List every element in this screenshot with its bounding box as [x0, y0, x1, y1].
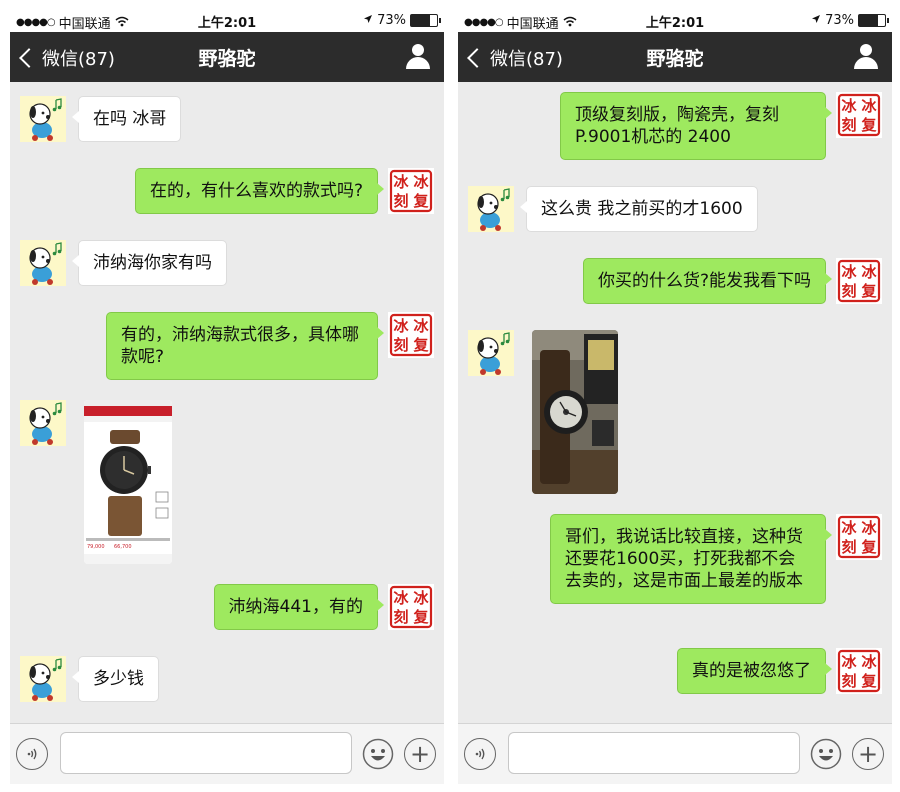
svg-text:冰: 冰 [413, 317, 429, 335]
emoji-button[interactable] [810, 738, 842, 770]
emoji-button[interactable] [362, 738, 394, 770]
svg-text:冰: 冰 [413, 173, 429, 191]
price-tag: 79,000 [87, 544, 105, 550]
battery-icon [858, 14, 889, 27]
svg-text:复: 复 [412, 608, 429, 626]
my-avatar[interactable]: 冰冰复刻 [836, 258, 882, 304]
svg-text:复: 复 [860, 116, 877, 134]
battery-percent: 73% [377, 13, 406, 28]
svg-text:冰: 冰 [861, 519, 877, 537]
svg-text:复: 复 [860, 672, 877, 690]
contact-avatar[interactable] [20, 240, 66, 286]
emoji-icon [362, 738, 394, 770]
svg-text:冰: 冰 [861, 97, 877, 115]
svg-text:刻: 刻 [393, 192, 408, 210]
svg-text:复: 复 [860, 282, 877, 300]
emoji-icon [810, 738, 842, 770]
contact-avatar[interactable] [468, 330, 514, 376]
my-avatar[interactable]: 冰冰复刻 [388, 312, 434, 358]
status-bar: ●●●●○ 中国联通 上午2:01 73% [458, 8, 892, 32]
nav-bar: 微信(87) 野骆驼 [10, 32, 444, 82]
voice-button[interactable] [16, 738, 48, 770]
outgoing-bubble[interactable]: 在的，有什么喜欢的款式吗? [134, 168, 385, 214]
contact-avatar[interactable] [20, 656, 66, 702]
svg-text:刻: 刻 [393, 608, 408, 626]
nav-bar: 微信(87) 野骆驼 [458, 32, 892, 82]
message-input[interactable] [60, 732, 352, 774]
more-button[interactable]: + [404, 738, 436, 770]
battery-icon [410, 14, 441, 27]
svg-text:冰: 冰 [841, 263, 857, 281]
my-avatar[interactable]: 冰冰复刻 [388, 168, 434, 214]
svg-text:刻: 刻 [393, 336, 408, 354]
chat-screen-right: ●●●●○ 中国联通 上午2:01 73% 微信(87) 野骆驼 冰冰复刻 顶级… [458, 8, 892, 784]
incoming-bubble[interactable]: 沛纳海你家有吗 [72, 240, 227, 286]
message-input[interactable] [508, 732, 800, 774]
outgoing-bubble[interactable]: 有的，沛纳海款式很多，具体哪款呢? [106, 312, 384, 380]
svg-text:刻: 刻 [841, 538, 856, 556]
incoming-bubble[interactable]: 这么贵 我之前买的才1600 [520, 186, 758, 232]
outgoing-bubble[interactable]: 你买的什么货?能发我看下吗 [582, 258, 833, 304]
my-avatar[interactable]: 冰冰复刻 [388, 584, 434, 630]
outgoing-bubble[interactable]: 哥们，我说话比较直接，这种货还要花1600买，打死我都不会去卖的，这是市面上最差… [550, 514, 832, 604]
svg-text:冰: 冰 [861, 653, 877, 671]
input-bar: + [10, 723, 444, 784]
svg-text:刻: 刻 [841, 282, 856, 300]
price-tag: 66,700 [114, 544, 132, 550]
svg-text:冰: 冰 [393, 589, 409, 607]
contact-avatar[interactable] [20, 96, 66, 142]
my-avatar[interactable]: 冰冰复刻 [836, 92, 882, 138]
svg-text:冰: 冰 [841, 97, 857, 115]
incoming-bubble[interactable]: 多少钱 [72, 656, 159, 702]
chat-title: 野骆驼 [198, 48, 256, 70]
my-avatar[interactable]: 冰冰复刻 [836, 648, 882, 694]
svg-text:复: 复 [412, 336, 429, 354]
message-list[interactable]: 在吗 冰哥 冰冰复刻 在的，有什么喜欢的款式吗? 沛纳海你家有吗 冰冰复刻 有的… [10, 82, 444, 722]
contact-avatar[interactable] [20, 400, 66, 446]
voice-icon [27, 748, 37, 760]
incoming-bubble[interactable]: 在吗 冰哥 [71, 96, 182, 142]
plus-icon: + [857, 740, 879, 768]
voice-icon [475, 748, 485, 760]
svg-text:冰: 冰 [861, 263, 877, 281]
product-screenshot-image[interactable]: 79,000 66,700 [84, 400, 172, 564]
outgoing-bubble[interactable]: 沛纳海441，有的 [213, 584, 385, 630]
message-list[interactable]: 冰冰复刻 顶级复刻版，陶瓷壳，复刻P.9001机芯的 2400 这么贵 我之前买… [458, 82, 892, 722]
svg-text:冰: 冰 [393, 317, 409, 335]
outgoing-bubble[interactable]: 顶级复刻版，陶瓷壳，复刻P.9001机芯的 2400 [560, 92, 832, 160]
svg-text:复: 复 [860, 538, 877, 556]
svg-text:复: 复 [412, 192, 429, 210]
location-arrow-icon [363, 13, 373, 28]
chat-screen-left: ●●●●○ 中国联通 上午2:01 73% 微信(87) 野骆驼 在吗 冰哥 冰… [10, 8, 444, 784]
contact-info-button[interactable] [854, 44, 878, 70]
svg-text:刻: 刻 [841, 672, 856, 690]
contact-info-button[interactable] [406, 44, 430, 70]
watch-photo-image[interactable] [532, 330, 618, 494]
contact-avatar[interactable] [468, 186, 514, 232]
person-icon [412, 44, 424, 56]
person-icon [860, 44, 872, 56]
location-arrow-icon [811, 13, 821, 28]
battery-percent: 73% [825, 13, 854, 28]
svg-text:冰: 冰 [413, 589, 429, 607]
svg-text:冰: 冰 [841, 653, 857, 671]
svg-text:冰: 冰 [393, 173, 409, 191]
svg-text:刻: 刻 [841, 116, 856, 134]
status-bar: ●●●●○ 中国联通 上午2:01 73% [10, 8, 444, 32]
chat-title: 野骆驼 [646, 48, 704, 70]
plus-icon: + [409, 740, 431, 768]
more-button[interactable]: + [852, 738, 884, 770]
input-bar: + [458, 723, 892, 784]
voice-button[interactable] [464, 738, 496, 770]
svg-text:冰: 冰 [841, 519, 857, 537]
my-avatar[interactable]: 冰冰复刻 [836, 514, 882, 560]
outgoing-bubble[interactable]: 真的是被忽悠了 [677, 648, 832, 694]
